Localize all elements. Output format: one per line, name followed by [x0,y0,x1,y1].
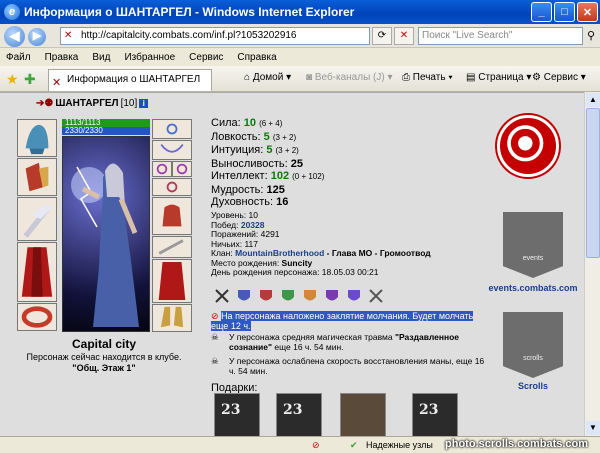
vertical-scrollbar[interactable]: ▲ ▼ [584,92,600,436]
refresh-icon[interactable]: ⟳ [372,27,392,45]
tab-toolbar: ★ ✚ ✕ Информация о ШАНТАРГЕЛ ⌂ Домой ▾ ◙… [0,66,600,92]
tab-character-info[interactable]: ✕ Информация о ШАНТАРГЕЛ [48,69,212,91]
earring-slot[interactable] [152,119,192,139]
scrolls-banner[interactable]: scrolls [503,312,563,378]
tools-button[interactable]: ⚙ Сервис ▾ [532,72,586,83]
silence-icon: ⊘ [211,311,219,321]
events-link[interactable]: events.combats.com [480,283,586,293]
check-icon: ✔ [350,440,358,450]
minimize-icon[interactable]: _ [531,2,552,22]
effects-row [214,288,384,304]
shield-red-icon[interactable] [258,288,274,304]
character-location: Персонаж сейчас находится в клубе. "Общ.… [26,352,182,373]
stat-strength: Сила: 10 (6 + 4) [211,117,283,129]
stats-list: Сила: 10 (6 + 4) Ловкость: 5 (3 + 2) Инт… [211,117,324,209]
home-button[interactable]: ⌂ Домой ▾ [244,72,291,83]
menu-help[interactable]: Справка [237,52,276,63]
character-portrait [62,136,150,332]
events-banner[interactable]: events [503,212,563,278]
ie-logo-icon: e [4,4,20,20]
gift-item[interactable]: 23 [214,393,260,437]
shield-green-icon[interactable] [280,288,296,304]
stat-intellect: Интеллект: 102 (0 + 102) [211,170,325,182]
window-title: Информация о ШАНТАРГЕЛ - Windows Interne… [24,5,355,19]
page-button[interactable]: ▤ Страница ▾ [466,72,531,83]
stat-endurance: Выносливость: 25 [211,157,303,170]
site-favicon-icon: ✕ [52,77,62,89]
mana-drain-icon: ☠ [211,356,219,366]
site-favicon-icon: ✕ [64,30,73,41]
trauma-notice: ☠ У персонажа средняя магическая травма … [211,332,460,352]
search-icon[interactable]: ⚲ [584,28,598,44]
print-button[interactable]: ⎙ Печать ▾ [402,72,453,83]
ring-slot-3[interactable] [152,178,192,196]
alignment-icon: ➔⚉ [36,98,54,109]
crossed-axes-icon[interactable] [368,288,384,304]
bracers-slot[interactable] [17,158,57,196]
address-input[interactable]: ✕ http://capitalcity.combats.com/inf.pl?… [60,27,370,45]
menu-favorites[interactable]: Избранное [124,52,175,63]
info-birthday: День рождения персонажа: 18.05.03 00:21 [211,267,379,277]
feeds-button[interactable]: ◙ Веб-каналы (J) ▾ [306,72,393,83]
forward-icon[interactable]: ▶ [28,28,46,46]
shield-blue-icon[interactable] [236,288,252,304]
info-icon[interactable]: i [139,99,149,108]
gift-item[interactable]: 23 [412,393,458,437]
gift-item[interactable] [340,393,386,437]
boots-slot[interactable] [152,304,192,332]
window-controls: _ □ ✕ [531,2,598,22]
security-icon: ⊘ [312,440,320,450]
zone-label: Надежные узлы [366,440,433,450]
silence-notice: ⊘ На персонажа наложено заклятие молчани… [211,311,474,331]
menu-file[interactable]: Файл [6,52,31,63]
stat-intuition: Интуиция: 5 (3 + 2) [211,144,299,156]
trauma-icon: ☠ [211,332,219,342]
stop-icon[interactable]: ✕ [394,27,414,45]
gift-item[interactable]: 23 [276,393,322,437]
search-input[interactable]: Поиск "Live Search" [418,27,583,45]
window-title-bar: e Информация о ШАНТАРГЕЛ - Windows Inter… [0,0,600,24]
belt-slot[interactable] [17,303,57,331]
add-favorites-icon[interactable]: ✚ [24,71,36,88]
watermark: photo.scrolls.combats.com [445,438,589,450]
gloves-slot[interactable] [152,197,192,235]
ring-slot-2[interactable] [172,161,192,177]
favorites-star-icon[interactable]: ★ [6,71,19,88]
helmet-slot[interactable] [17,119,57,157]
necklace-slot[interactable] [152,140,192,160]
character-header: ➔⚉ ШАНТАРГЕЛ [10] i [36,98,149,109]
address-toolbar: ◀ ▶ ✕ http://capitalcity.combats.com/inf… [0,24,600,48]
stat-wisdom: Мудрость: 125 [211,183,285,196]
mana-bar: 2330/2330 [62,127,150,135]
close-icon[interactable]: ✕ [577,2,598,22]
menu-view[interactable]: Вид [92,52,110,63]
clan-emblem[interactable] [497,115,559,177]
shield-purple-icon[interactable] [324,288,340,304]
menu-tools[interactable]: Сервис [189,52,223,63]
menu-edit[interactable]: Правка [45,52,79,63]
ring-slot-1[interactable] [152,161,172,177]
weapon-slot[interactable] [17,197,57,241]
scroll-up-icon[interactable]: ▲ [586,93,600,107]
mana-regen-notice: ☠ У персонажа ослаблена скорость восстан… [211,356,485,376]
character-level: [10] [120,98,138,109]
character-info: Уровень: 10 Побед: 20328 Поражений: 4291… [211,210,431,278]
clan-link[interactable]: MountainBrotherhood [235,248,324,258]
stat-agility: Ловкость: 5 (3 + 2) [211,130,297,143]
armor-slot[interactable] [17,242,57,302]
legs-slot[interactable] [152,259,192,303]
shield-orange-icon[interactable] [302,288,318,304]
scrolls-link[interactable]: Scrolls [503,381,563,391]
crossed-swords-icon[interactable] [214,288,230,304]
scroll-thumb[interactable] [586,108,600,258]
character-name: ШАНТАРГЕЛ [55,98,119,109]
back-icon[interactable]: ◀ [4,26,25,47]
shield-slot[interactable] [152,236,192,258]
stat-spirituality: Духовность: 16 [211,196,289,208]
menu-bar: Файл Правка Вид Избранное Сервис Справка [0,48,600,66]
shield-violet-icon[interactable] [346,288,362,304]
maximize-icon[interactable]: □ [554,2,575,22]
city-name: Capital city [71,337,137,351]
scroll-down-icon[interactable]: ▼ [586,421,600,435]
